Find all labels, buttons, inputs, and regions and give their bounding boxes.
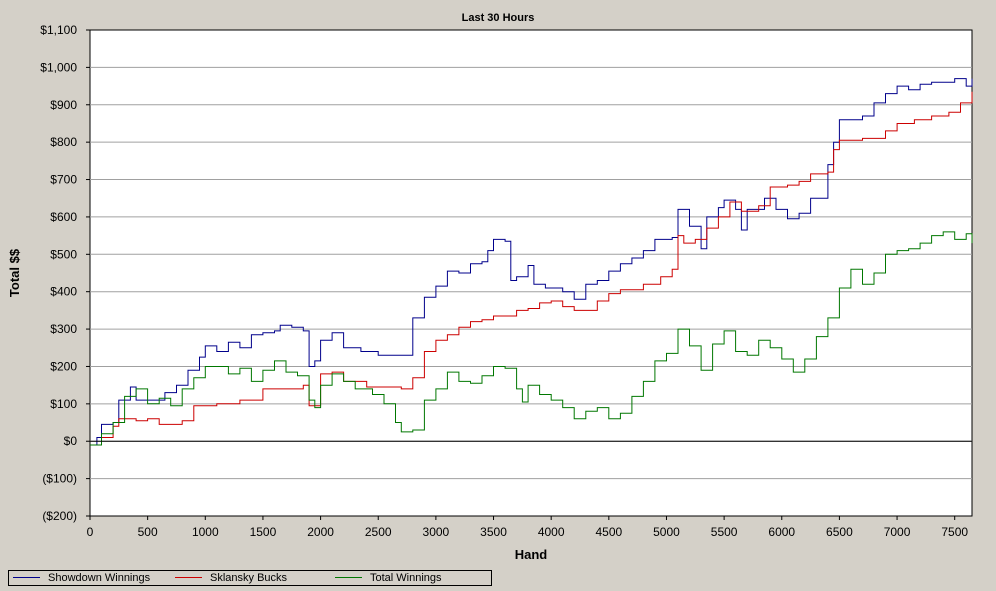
y-axis-ticks: ($200) ($100) $0 $100 $200 $300 $400 $500 $600 $7…: [40, 23, 90, 523]
y-tick-label: $600: [50, 210, 77, 224]
y-tick-label: $100: [50, 397, 77, 411]
legend-label-sklansky: Sklansky Bucks: [210, 572, 288, 584]
y-tick-label: $900: [50, 98, 77, 112]
x-tick-label: 1000: [192, 525, 219, 539]
y-tick-label: $500: [50, 247, 77, 261]
y-tick-label: $800: [50, 135, 77, 149]
x-tick-label: 6500: [826, 525, 853, 539]
y-tick-label: $700: [50, 173, 77, 187]
y-axis-label: Total $$: [7, 248, 22, 297]
x-tick-label: 5000: [653, 525, 680, 539]
legend-label-showdown: Showdown Winnings: [48, 572, 151, 584]
x-axis-ticks: 0 500 1000 1500 2000 2500 3000 3500 4000 4500 5000…: [87, 516, 968, 539]
y-tick-label: $1,100: [40, 23, 77, 37]
x-tick-label: 2000: [307, 525, 334, 539]
legend-swatch-total: [335, 577, 362, 578]
y-tick-label: $0: [64, 434, 78, 448]
chart-svg: 0 500 1000 1500 2000 2500 3000 3500 4000 4500 5000…: [7, 12, 973, 562]
y-tick-label: ($100): [42, 472, 77, 486]
x-axis-label: Hand: [515, 547, 548, 562]
y-tick-label: $300: [50, 322, 77, 336]
legend: Showdown Winnings Sklansky Bucks Total W…: [8, 570, 492, 586]
x-tick-label: 5500: [711, 525, 738, 539]
x-tick-label: 3500: [480, 525, 507, 539]
y-tick-label: $200: [50, 359, 77, 373]
y-tick-label: ($200): [42, 509, 77, 523]
legend-swatch-showdown: [13, 577, 40, 578]
x-tick-label: 7500: [941, 525, 968, 539]
chart-title: Last 30 Hours: [462, 12, 535, 24]
x-tick-label: 2500: [365, 525, 392, 539]
x-tick-label: 500: [138, 525, 158, 539]
legend-label-total: Total Winnings: [370, 572, 442, 584]
y-tick-label: $400: [50, 285, 77, 299]
x-tick-label: 4000: [538, 525, 565, 539]
plot-area: [89, 29, 973, 517]
x-tick-label: 0: [87, 525, 94, 539]
x-tick-label: 7000: [884, 525, 911, 539]
x-tick-label: 3000: [423, 525, 450, 539]
x-tick-label: 1500: [250, 525, 277, 539]
x-tick-label: 6000: [768, 525, 795, 539]
x-tick-label: 4500: [595, 525, 622, 539]
legend-swatch-sklansky: [175, 577, 202, 578]
y-tick-label: $1,000: [40, 60, 77, 74]
